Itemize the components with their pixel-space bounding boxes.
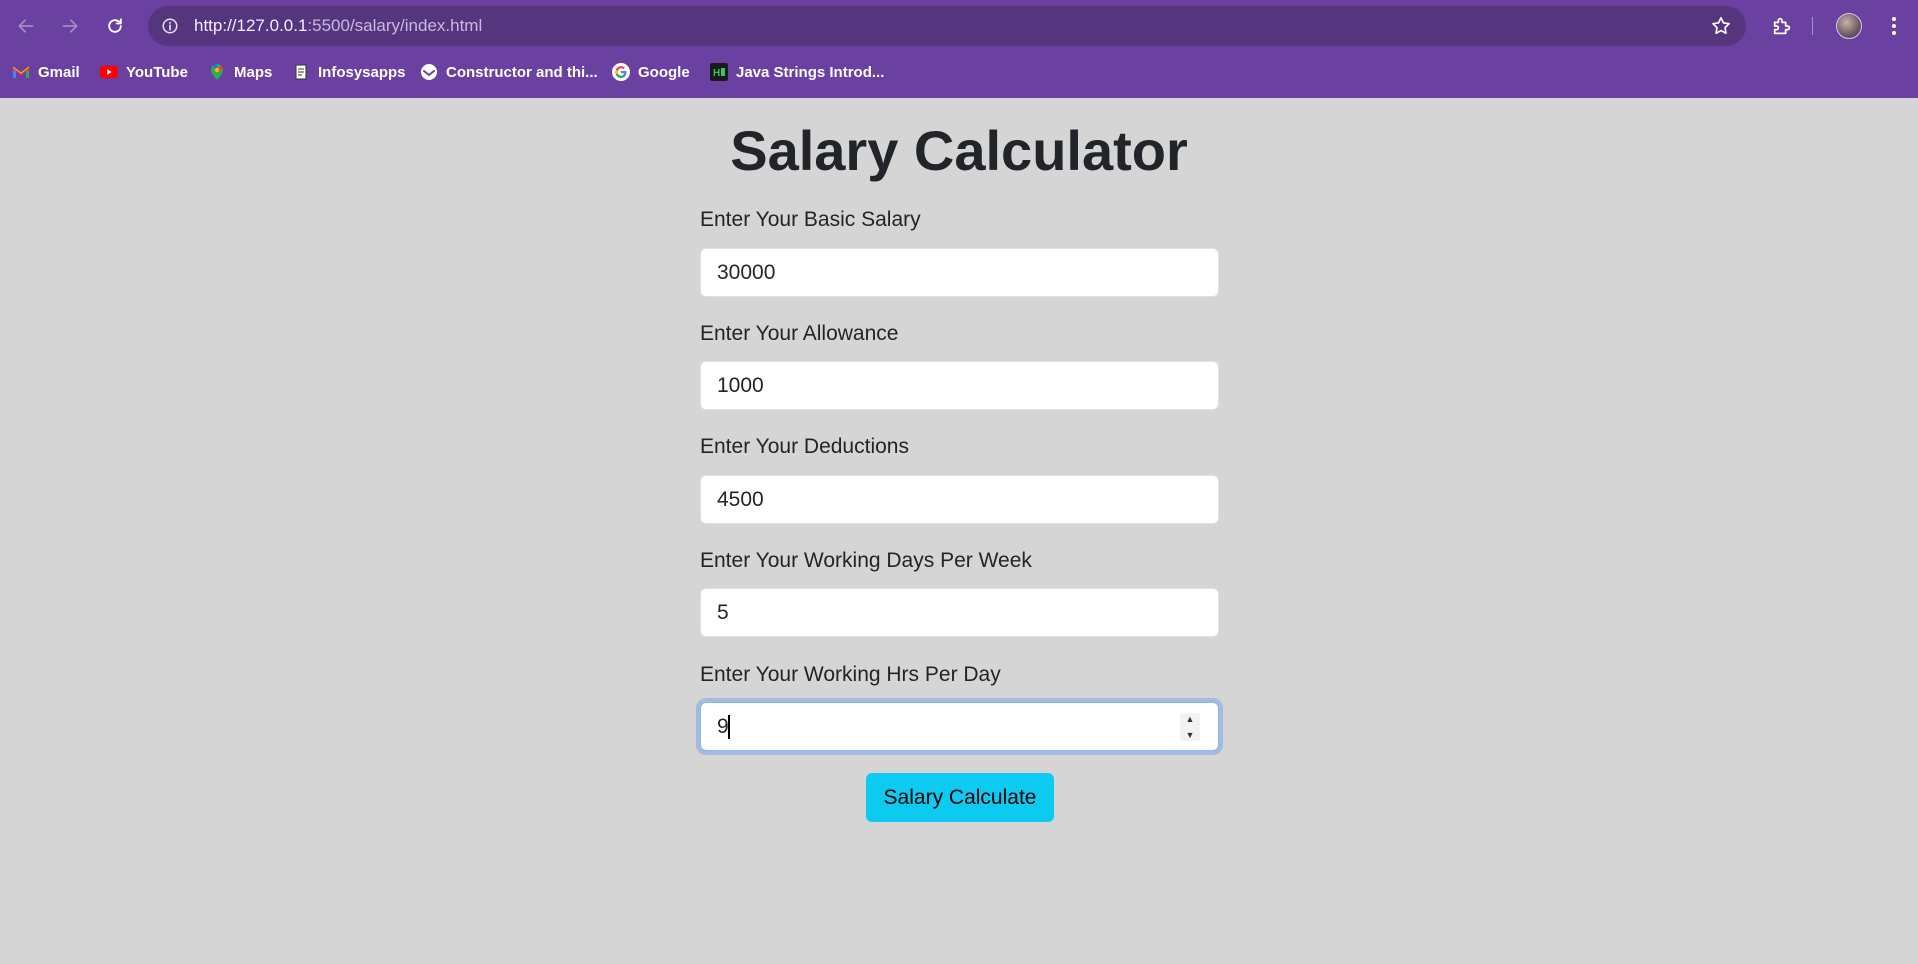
info-icon xyxy=(162,18,178,34)
url-text[interactable]: http://127.0.0.1:5500/salary/index.html xyxy=(194,16,482,36)
url-path: :5500/salary/index.html xyxy=(307,16,483,35)
kebab-menu-icon xyxy=(1892,17,1896,35)
hackerrank-icon: H xyxy=(710,63,728,81)
number-spinner[interactable]: ▲ ▼ xyxy=(1180,713,1200,741)
forward-button[interactable] xyxy=(54,10,86,42)
svg-text:H: H xyxy=(713,68,720,79)
toolbar-divider xyxy=(1812,17,1813,35)
reload-icon xyxy=(108,18,122,33)
bookmark-label: Constructor and thi... xyxy=(446,63,598,81)
working-hours-label: Enter Your Working Hrs Per Day xyxy=(700,663,1001,686)
salary-calculate-button[interactable]: Salary Calculate xyxy=(866,773,1054,822)
bookmark-label: Gmail xyxy=(38,63,80,81)
working-days-label: Enter Your Working Days Per Week xyxy=(700,549,1032,572)
site-info-button[interactable] xyxy=(158,14,182,38)
basic-salary-label: Enter Your Basic Salary xyxy=(700,208,921,231)
bookmarks-bar: Gmail YouTube Maps Infosysapps Construct… xyxy=(0,56,1918,88)
puzzle-icon xyxy=(1773,17,1791,35)
browser-toolbar: http://127.0.0.1:5500/salary/index.html xyxy=(0,0,1918,52)
back-button[interactable] xyxy=(10,10,42,42)
maps-icon xyxy=(208,63,226,81)
google-icon xyxy=(612,63,630,81)
bookmark-google[interactable]: Google xyxy=(612,60,690,84)
text-caret xyxy=(728,715,730,739)
basic-salary-input[interactable] xyxy=(700,248,1219,297)
browser-chrome: http://127.0.0.1:5500/salary/index.html … xyxy=(0,0,1918,98)
youtube-icon xyxy=(100,63,118,81)
url-host: http://127.0.0.1 xyxy=(194,16,308,35)
allowance-input[interactable] xyxy=(700,361,1219,410)
gmail-icon xyxy=(12,63,30,81)
page-content: Salary Calculator Enter Your Basic Salar… xyxy=(0,98,1918,964)
deductions-label: Enter Your Deductions xyxy=(700,435,909,458)
working-hours-input[interactable] xyxy=(700,702,1219,751)
bookmark-constructor[interactable]: Constructor and thi... xyxy=(420,60,598,84)
bookmark-youtube[interactable]: YouTube xyxy=(100,60,188,84)
bookmark-java-strings[interactable]: H Java Strings Introd... xyxy=(710,60,884,84)
bookmark-maps[interactable]: Maps xyxy=(208,60,272,84)
document-icon xyxy=(292,63,310,81)
bookmark-infosysapps[interactable]: Infosysapps xyxy=(292,60,406,84)
deductions-input[interactable] xyxy=(700,475,1219,524)
allowance-label: Enter Your Allowance xyxy=(700,322,899,345)
spin-down-icon[interactable]: ▼ xyxy=(1186,729,1195,741)
arrow-left-icon xyxy=(18,19,34,33)
arrow-right-icon xyxy=(62,19,78,33)
bookmark-star-icon[interactable] xyxy=(1710,15,1732,37)
extensions-button[interactable] xyxy=(1766,10,1798,42)
bookmark-label: Google xyxy=(638,63,690,81)
bookmark-label: Java Strings Introd... xyxy=(736,63,885,81)
bookmark-label: Maps xyxy=(234,63,273,81)
address-bar[interactable]: http://127.0.0.1:5500/salary/index.html xyxy=(148,6,1746,46)
spin-up-icon[interactable]: ▲ xyxy=(1186,713,1195,725)
site-icon xyxy=(420,63,438,81)
working-days-input[interactable] xyxy=(700,588,1219,637)
bookmark-label: YouTube xyxy=(126,63,188,81)
page-title: Salary Calculator xyxy=(730,119,1188,182)
bookmark-gmail[interactable]: Gmail xyxy=(12,60,80,84)
bookmark-label: Infosysapps xyxy=(318,63,406,81)
menu-button[interactable] xyxy=(1878,10,1910,42)
profile-avatar[interactable] xyxy=(1836,13,1862,39)
reload-button[interactable] xyxy=(99,10,131,42)
